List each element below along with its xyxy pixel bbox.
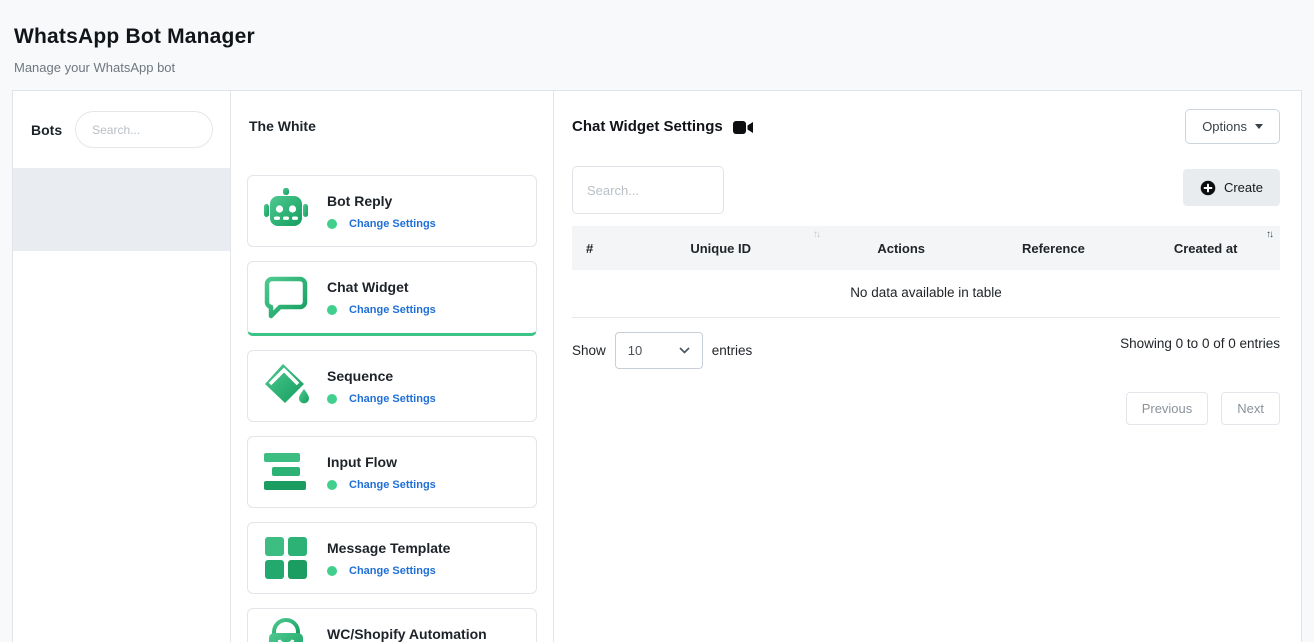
change-settings-link[interactable]: Change Settings — [349, 218, 436, 230]
feature-card-chat-widget[interactable]: Chat Widget Change Settings — [247, 261, 537, 336]
sort-icon[interactable]: ↑↓ — [1266, 229, 1272, 240]
pagination-controls: Previous Next — [572, 392, 1280, 425]
chevron-down-icon — [679, 347, 690, 354]
empty-table-row: No data available in table — [572, 270, 1280, 318]
show-label: Show — [572, 343, 606, 358]
robot-icon — [260, 185, 312, 237]
table-header-row: # Unique ID ↑↓ Actions Reference Created… — [572, 226, 1280, 270]
change-settings-link[interactable]: Change Settings — [349, 479, 436, 491]
caret-down-icon — [1255, 124, 1263, 129]
table-toolbar: Create — [572, 166, 1280, 214]
shopping-bag-icon — [260, 618, 312, 642]
feature-card-body: Message Template Change Settings — [327, 540, 450, 577]
settings-header: Chat Widget Settings Options — [572, 109, 1280, 144]
status-dot — [327, 566, 337, 576]
status-dot — [327, 480, 337, 490]
column-header-created-at[interactable]: Created at ↑↓ — [1131, 226, 1280, 270]
feature-title: Message Template — [327, 540, 450, 556]
page-size-value: 10 — [628, 343, 642, 358]
options-button-label: Options — [1202, 119, 1247, 134]
feature-card-body: Sequence Change Settings — [327, 368, 436, 405]
table-search-input[interactable] — [572, 166, 724, 214]
main-panel: Bots The White — [12, 90, 1302, 642]
feature-card-wc-shopify[interactable]: WC/Shopify Automation Change Settings — [247, 608, 537, 642]
column-header-actions: Actions — [827, 226, 976, 270]
feature-card-sequence[interactable]: Sequence Change Settings — [247, 350, 537, 422]
sort-icon[interactable]: ↑↓ — [813, 229, 819, 240]
feature-card-body: Bot Reply Change Settings — [327, 193, 436, 230]
feature-card-body: WC/Shopify Automation Change Settings — [327, 626, 487, 642]
feature-title: WC/Shopify Automation — [327, 626, 487, 642]
column-header-index: # — [572, 226, 614, 270]
video-camera-icon — [733, 120, 754, 135]
change-settings-link[interactable]: Change Settings — [349, 565, 436, 577]
bots-header: Bots — [13, 91, 230, 168]
grid-icon — [260, 532, 312, 584]
feature-title: Chat Widget — [327, 279, 436, 295]
options-button[interactable]: Options — [1185, 109, 1280, 144]
status-dot — [327, 305, 337, 315]
feature-card-body: Chat Widget Change Settings — [327, 279, 436, 316]
bots-search-input[interactable] — [75, 111, 213, 148]
page-title: WhatsApp Bot Manager — [14, 25, 1300, 49]
page-header: WhatsApp Bot Manager Manage your WhatsAp… — [0, 0, 1314, 75]
feature-list: Bot Reply Change Settings Chat Widget — [247, 175, 537, 642]
chat-bubble-icon — [260, 272, 312, 324]
settings-panel: Chat Widget Settings Options — [554, 91, 1301, 642]
empty-table-message: No data available in table — [572, 270, 1280, 318]
status-dot — [327, 219, 337, 229]
feature-card-message-template[interactable]: Message Template Change Settings — [247, 522, 537, 594]
paint-bucket-icon — [260, 360, 312, 412]
table-footer: Show 10 entries Showing 0 to 0 of 0 entr… — [572, 332, 1280, 369]
change-settings-link[interactable]: Change Settings — [349, 304, 436, 316]
feature-card-body: Input Flow Change Settings — [327, 454, 436, 491]
create-button[interactable]: Create — [1183, 169, 1280, 206]
selected-bot-item[interactable] — [13, 168, 230, 251]
next-page-button[interactable]: Next — [1221, 392, 1280, 425]
feature-card-input-flow[interactable]: Input Flow Change Settings — [247, 436, 537, 508]
status-dot — [327, 394, 337, 404]
column-header-reference: Reference — [976, 226, 1132, 270]
features-panel: The White B — [231, 91, 554, 642]
feature-title: Sequence — [327, 368, 436, 384]
bots-sidebar: Bots — [13, 91, 231, 642]
previous-page-button[interactable]: Previous — [1126, 392, 1209, 425]
plus-circle-icon — [1200, 180, 1216, 196]
show-entries-control: Show 10 entries — [572, 332, 752, 369]
bot-name: The White — [247, 91, 537, 134]
feature-card-bot-reply[interactable]: Bot Reply Change Settings — [247, 175, 537, 247]
change-settings-link[interactable]: Change Settings — [349, 393, 436, 405]
entries-label: entries — [712, 343, 753, 358]
feature-title: Bot Reply — [327, 193, 436, 209]
column-header-label: Unique ID — [690, 241, 751, 256]
create-button-label: Create — [1224, 180, 1263, 195]
feature-title: Input Flow — [327, 454, 436, 470]
page-size-select[interactable]: 10 — [615, 332, 703, 369]
page-subtitle: Manage your WhatsApp bot — [14, 60, 1300, 75]
list-bars-icon — [260, 446, 312, 498]
column-header-label: Created at — [1174, 241, 1238, 256]
settings-title: Chat Widget Settings — [572, 118, 723, 135]
entries-summary: Showing 0 to 0 of 0 entries — [1120, 332, 1280, 351]
column-header-unique-id[interactable]: Unique ID ↑↓ — [614, 226, 826, 270]
bots-title: Bots — [31, 122, 62, 138]
widgets-table: # Unique ID ↑↓ Actions Reference Created… — [572, 226, 1280, 318]
